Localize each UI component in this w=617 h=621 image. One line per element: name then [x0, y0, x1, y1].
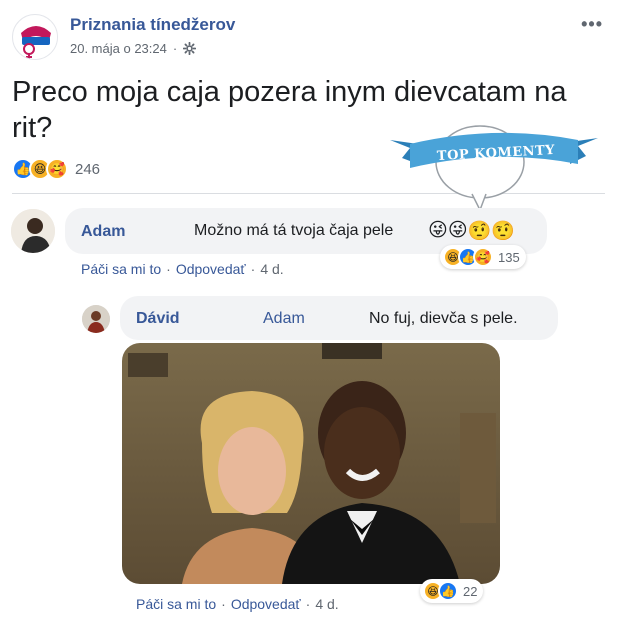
comment-reaction-count: 135 [498, 249, 520, 265]
raised-eyebrow-emoji-icon: 🤨 [467, 221, 492, 242]
comment-time[interactable]: 4 d. [260, 261, 283, 277]
like-reply-link[interactable]: Páči sa mi to [136, 596, 216, 612]
comment-emojis: 😜 😜 🤨 🤨 [428, 219, 515, 243]
post-reactions[interactable]: 👍 😆 🥰 246 [12, 158, 100, 180]
reply-reaction-count: 22 [463, 583, 478, 599]
reply-reactions[interactable]: 😆 👍 22 [420, 579, 484, 603]
like-comment-link[interactable]: Páči sa mi to [81, 261, 161, 277]
comment-reactions[interactable]: 😆 👍 🥰 135 [440, 245, 526, 269]
reply-avatar[interactable] [82, 305, 110, 333]
winking-tongue-emoji-icon: 😜 [447, 220, 468, 241]
speech-bubble-icon [390, 125, 598, 212]
avatar-icon [11, 209, 55, 253]
more-horizontal-icon[interactable]: ••• [581, 14, 603, 35]
reaction-count[interactable]: 246 [75, 161, 100, 178]
reply-photo[interactable] [122, 343, 500, 584]
commenter-avatar[interactable] [11, 209, 55, 253]
comment-author[interactable]: Adam [81, 223, 125, 241]
comment-text: Možno má tá tvoja čaja pele [194, 222, 394, 239]
gear-icon[interactable] [183, 42, 197, 55]
top-comments-banner: TOP KOMENTY [388, 118, 600, 212]
reply-reply-link[interactable]: Odpovedať [231, 596, 301, 612]
page-avatar[interactable] [12, 14, 58, 60]
reply-actions: Páči sa mi to · Odpovedať · 4 d. [136, 596, 339, 612]
page-logo-icon [14, 16, 57, 59]
reply-text: No fuj, dievča s pele. [369, 310, 518, 327]
like-reaction-icon: 👍 [438, 581, 458, 601]
post-meta: 20. mája o 23:24 · [70, 41, 197, 56]
page-name-link[interactable]: Priznania tínedžerov [70, 15, 235, 35]
reply-comment-link[interactable]: Odpovedať [176, 261, 246, 277]
care-reaction-icon: 🥰 [46, 158, 68, 180]
reply-author[interactable]: Dávid [136, 310, 180, 328]
comment-actions: Páči sa mi to · Odpovedať · 4 d. [81, 261, 284, 277]
care-reaction-icon: 🥰 [473, 247, 493, 267]
post-timestamp[interactable]: 20. mája o 23:24 [70, 41, 167, 56]
avatar-icon [82, 305, 110, 333]
reply-time[interactable]: 4 d. [315, 596, 338, 612]
reply-image [122, 343, 500, 584]
raised-eyebrow-emoji-icon: 🤨 [491, 221, 515, 242]
reply-mention[interactable]: Adam [263, 310, 305, 328]
winking-tongue-emoji-icon: 😜 [428, 220, 448, 241]
